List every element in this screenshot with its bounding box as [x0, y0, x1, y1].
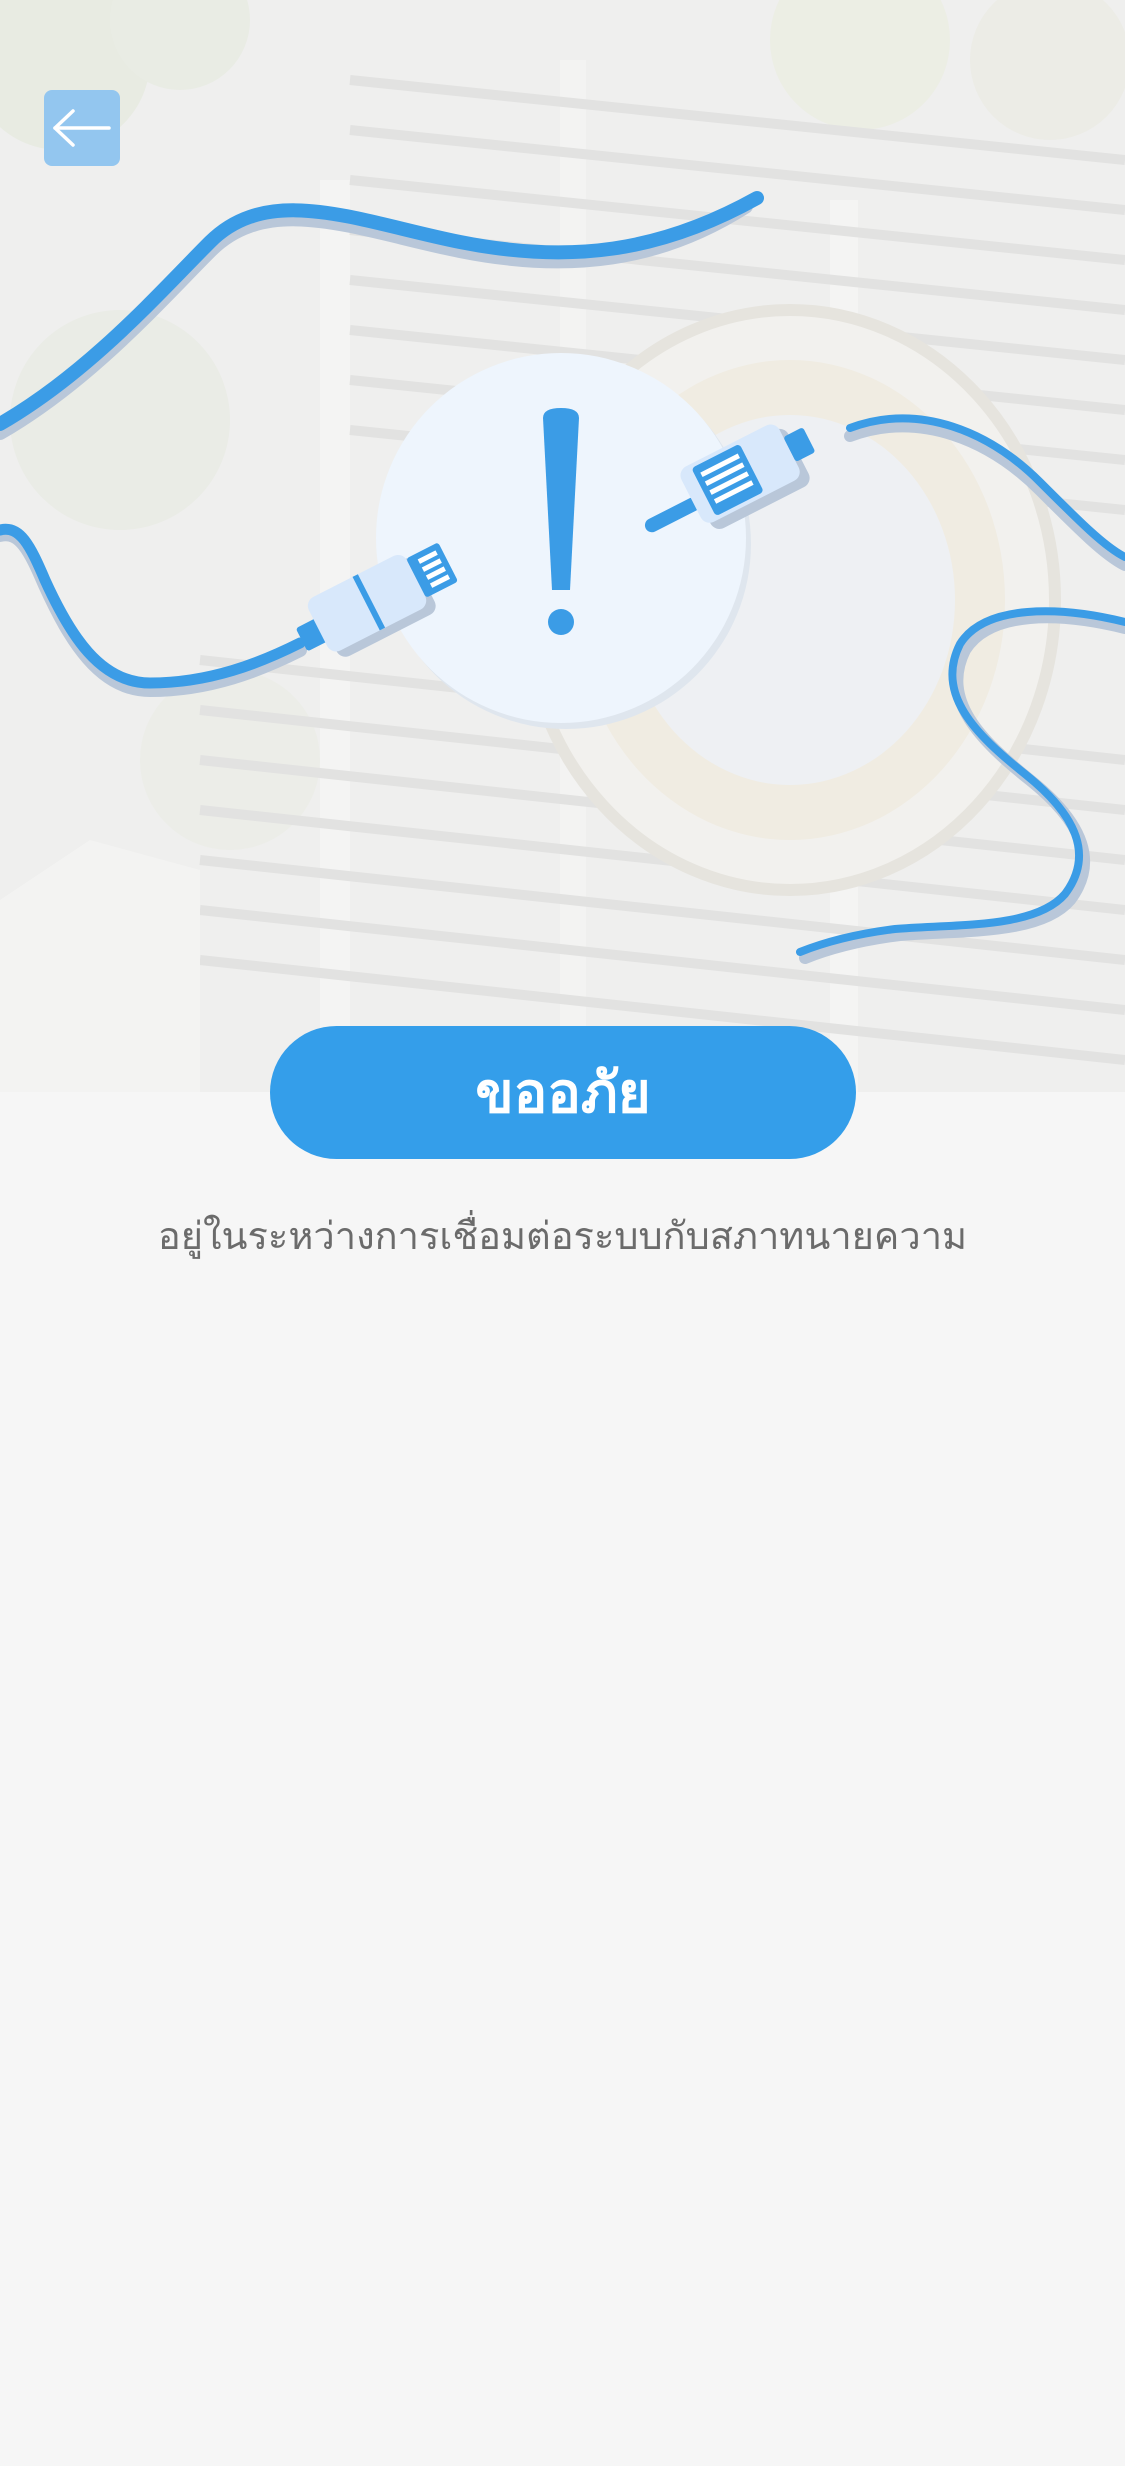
disconnected-cable-warning-icon — [0, 191, 1125, 964]
error-title-badge: ขออภัย — [270, 1026, 856, 1159]
error-title: ขออภัย — [475, 1061, 651, 1126]
error-message: อยู่ในระหว่างการเชื่อมต่อระบบกับสภาทนายค… — [157, 1214, 968, 1258]
hero-illustration-area — [0, 0, 1125, 1092]
